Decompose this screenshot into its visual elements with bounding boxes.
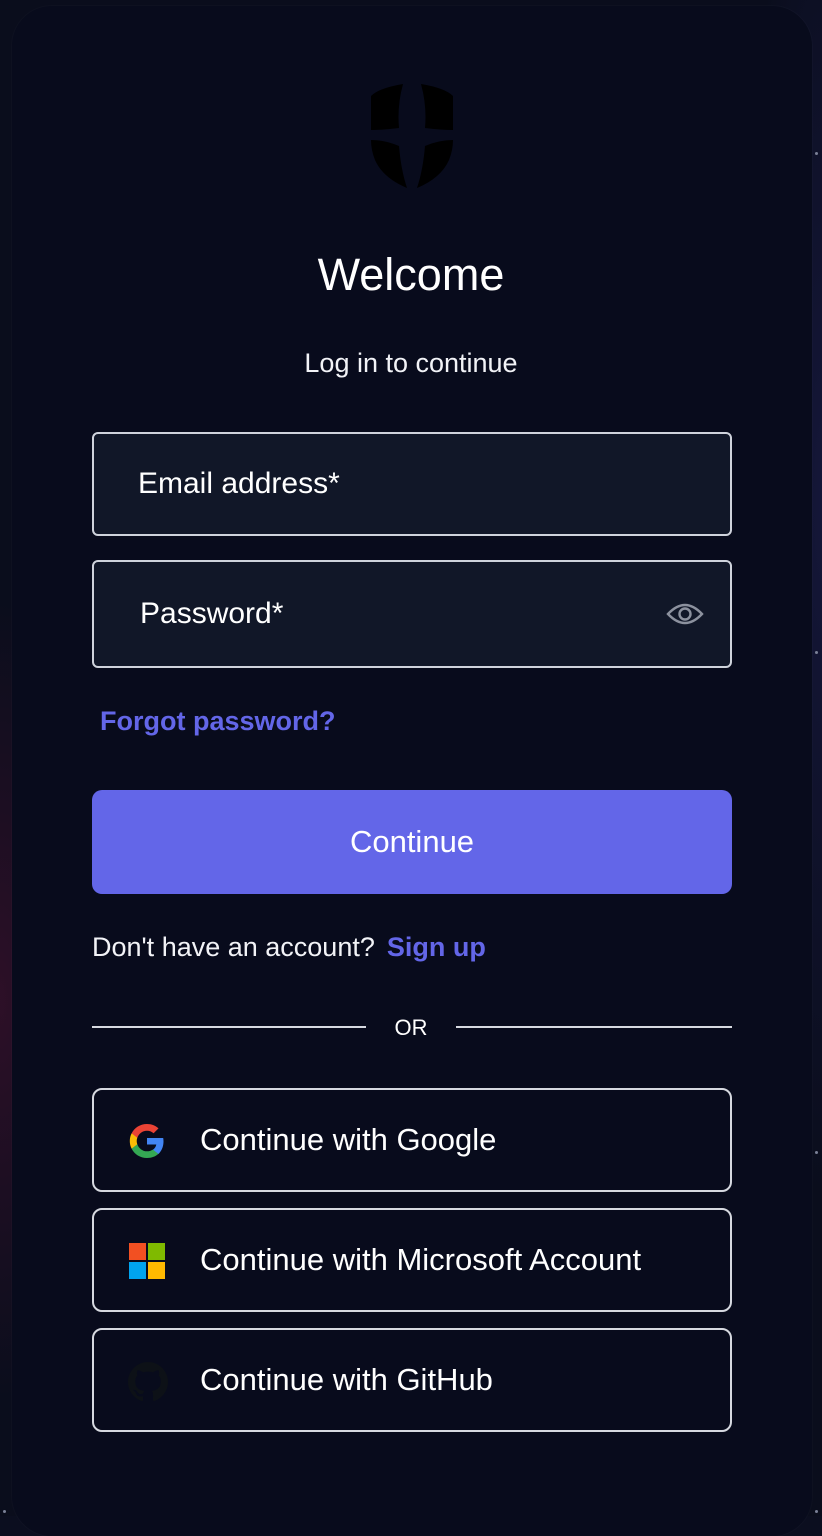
edge-dot bbox=[815, 152, 818, 155]
email-field[interactable]: Email address* bbox=[92, 432, 732, 536]
password-field[interactable]: Password* bbox=[92, 560, 732, 668]
continue-with-microsoft-label: Continue with Microsoft Account bbox=[200, 1242, 642, 1277]
password-field-label: Password* bbox=[140, 597, 284, 630]
page-subtitle: Log in to continue bbox=[304, 348, 518, 378]
continue-with-google-button[interactable]: Continue with Google bbox=[92, 1088, 732, 1192]
or-divider-label: OR bbox=[394, 1015, 428, 1040]
edge-dot bbox=[3, 1510, 6, 1513]
signup-prompt: Don't have an account? bbox=[92, 932, 375, 962]
microsoft-icon bbox=[128, 1242, 166, 1280]
sign-up-link[interactable]: Sign up bbox=[387, 932, 486, 962]
continue-with-microsoft-button[interactable]: Continue with Microsoft Account bbox=[92, 1208, 732, 1312]
shield-star-logo-icon bbox=[369, 84, 455, 192]
edge-dot bbox=[815, 1510, 818, 1513]
divider-right bbox=[456, 1026, 732, 1028]
edge-dot bbox=[815, 651, 818, 654]
divider-left bbox=[92, 1026, 366, 1028]
continue-with-google-label: Continue with Google bbox=[200, 1122, 497, 1157]
continue-with-github-label: Continue with GitHub bbox=[200, 1362, 493, 1397]
continue-button[interactable]: Continue bbox=[92, 790, 732, 894]
github-icon bbox=[128, 1362, 168, 1402]
continue-with-github-button[interactable]: Continue with GitHub bbox=[92, 1328, 732, 1432]
edge-dot bbox=[815, 1151, 818, 1154]
google-icon bbox=[128, 1122, 166, 1160]
email-field-label: Email address* bbox=[138, 467, 340, 500]
signup-row: Don't have an account? Sign up bbox=[92, 930, 486, 964]
forgot-password-link[interactable]: Forgot password? bbox=[100, 704, 336, 738]
page-title: Welcome bbox=[317, 249, 505, 300]
eye-icon[interactable] bbox=[666, 600, 704, 628]
